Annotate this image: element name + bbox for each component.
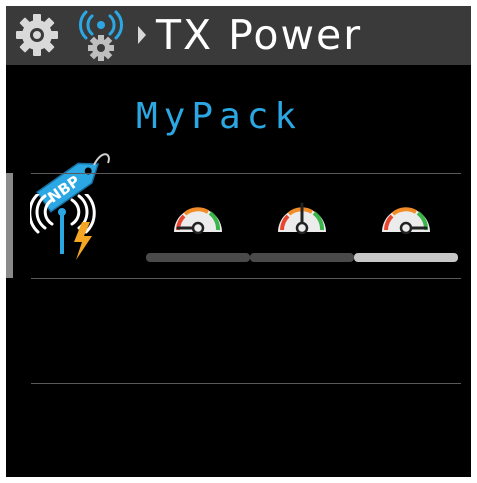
tx-power-option-high[interactable] (354, 192, 458, 268)
radio-gear-icon (79, 10, 123, 61)
device-screen: TX Power NBP MyPack (6, 6, 471, 477)
tx-power-option-medium[interactable] (250, 192, 354, 268)
gear-icon[interactable] (14, 12, 60, 58)
gauge-medium-icon (278, 202, 326, 235)
tx-power-option-low[interactable] (146, 192, 250, 268)
scroll-indicator (6, 173, 13, 278)
page-title: TX Power (156, 11, 363, 59)
gauge-low-icon (174, 207, 222, 235)
power-level-segment-high (354, 253, 458, 262)
power-level-segment-medium (250, 253, 354, 262)
gauge-high-icon (382, 207, 430, 235)
empty-menu-row (6, 279, 471, 383)
power-level-segment-low (146, 253, 250, 262)
header-bar: TX Power (6, 6, 471, 65)
breadcrumb-arrow-icon (138, 26, 146, 44)
antenna-lightning-icon (30, 194, 96, 260)
pack-name: MyPack (136, 96, 303, 137)
divider (31, 383, 461, 384)
divider (31, 173, 461, 174)
pack-row[interactable]: NBP MyPack (6, 65, 471, 213)
